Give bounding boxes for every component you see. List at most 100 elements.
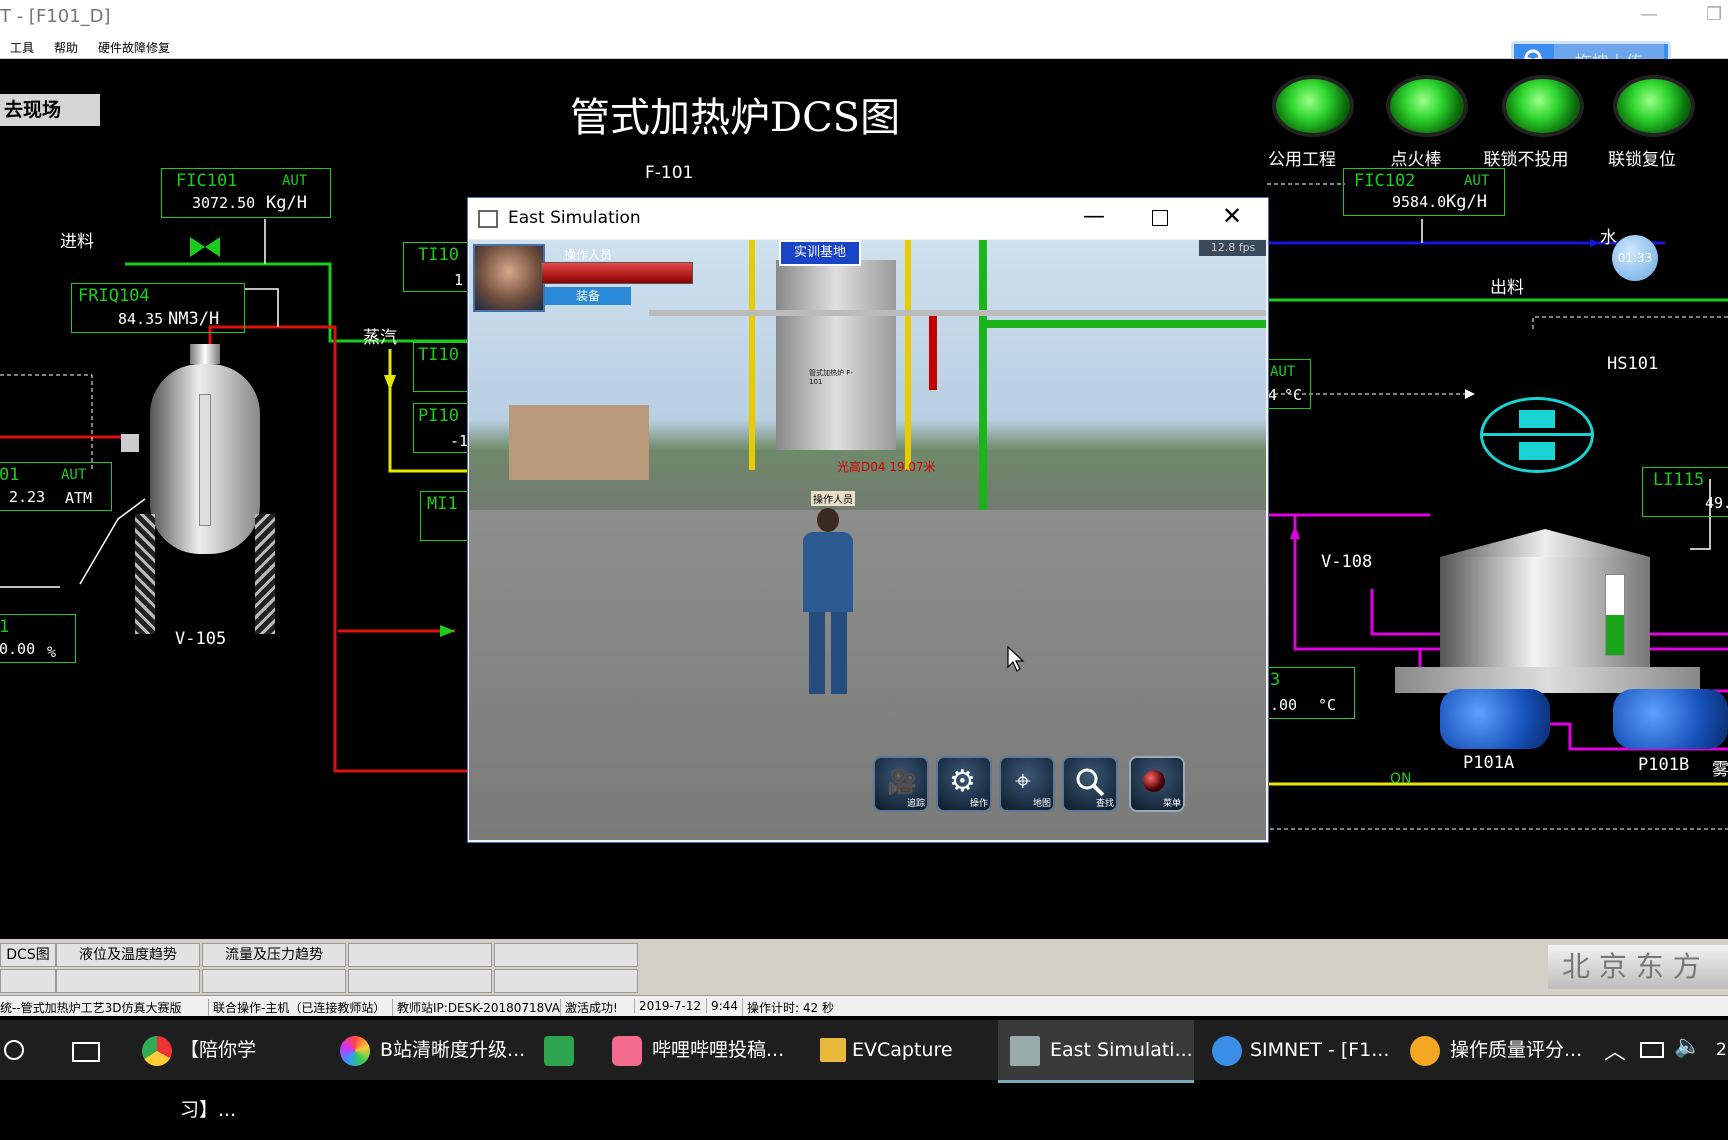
taskbar-green-app[interactable] [540,1020,590,1080]
temp-box-top[interactable]: AUT 4 °C [1266,359,1311,409]
maximize-icon[interactable] [1152,210,1168,226]
tab-empty-2[interactable] [494,943,638,967]
character-tag: 操作人员 [811,491,855,506]
tool-map[interactable]: ⌖ 地图 [999,756,1055,812]
friq104-unit: NM3/H [168,309,220,329]
pressure-mode: AUT [61,467,87,483]
lamp-interlock-reset[interactable] [1617,79,1691,133]
lamp-utility[interactable] [1276,79,1350,133]
tab-row2-2[interactable] [56,969,200,993]
goto-site-button[interactable]: 去现场 [0,94,100,126]
pressure-tag: 01 [0,465,20,485]
gear-icon: ⚙ [949,764,976,799]
avatar[interactable] [473,244,545,312]
tool-search-label: 查找 [1095,799,1114,809]
p101b-extra-label: 雾 [1712,760,1728,780]
taskbar-evcapture-label: EVCapture [852,1039,953,1061]
li115-tag: LI115 [1653,470,1705,490]
lamp-igniter[interactable] [1390,79,1464,133]
pump-p101b[interactable] [1613,689,1728,749]
temp-bottom-tag: 3 [1270,670,1281,690]
simulation-viewport[interactable]: 管式加热炉 F-101 操作人员 装备 实训基地 12.8 fps 光高D04 … [469,240,1266,840]
ti10-value-1: 1 [454,271,464,289]
water-label: 水 [1600,228,1617,248]
tool-search[interactable]: 查找 [1062,756,1118,812]
taskbar-bilibili-label: 哔哩哔哩投稿... [652,1039,785,1061]
friq104-box[interactable]: FRIQ104 84.35 NM3/H [71,283,245,333]
taskbar-east-simulation-label: East Simulati... [1050,1039,1193,1061]
bottom-tab-area: DCS图 液位及温度趋势 流量及压力趋势 北 京 东 方 [0,939,1728,995]
v108-label: V-108 [1321,552,1373,572]
tool-menu[interactable]: 菜单 [1129,756,1185,812]
operator-label: 操作人员 [564,248,613,262]
green-app-icon [544,1036,574,1066]
lamp-interlock-off[interactable] [1506,79,1580,133]
taskbar-quality-label: 操作质量评分... [1450,1039,1583,1061]
menu-hardware-repair[interactable]: 硬件故障修复 [98,39,170,56]
fic102-box[interactable]: FIC102 AUT 9584.0 Kg/H [1343,168,1505,216]
equip-button[interactable]: 装备 [545,287,631,305]
tab-row2-3[interactable] [202,969,346,993]
fic102-mode: AUT [1464,173,1490,189]
minimize-icon[interactable]: — [1640,4,1658,25]
company-watermark: 北 京 东 方 [1548,945,1728,989]
minimize-icon[interactable]: — [1083,204,1105,229]
simulation-window[interactable]: East Simulation — ✕ 管式加热炉 F-101 操作人员 装备 … [467,197,1269,843]
tank-v108[interactable] [1395,529,1700,694]
menu-help[interactable]: 帮助 [54,39,78,56]
menu-icon [1143,770,1165,792]
red-pipe [929,310,937,390]
level-box[interactable]: 1 0.00 % [0,614,76,663]
taskbar-colorful[interactable]: B站清晰度升级... [336,1020,526,1080]
pump-p101a[interactable] [1440,689,1550,749]
operator-character[interactable] [797,508,857,698]
battery-icon[interactable] [1640,1042,1664,1058]
temp-top-value: 4 [1268,386,1278,404]
tab-empty-1[interactable] [348,943,492,967]
discharge-label: 出料 [1490,278,1524,298]
pressure-box[interactable]: 01 AUT 2.23 ATM [0,462,112,511]
app-title: T - [F101_D] [0,6,111,27]
status-mode: 联合操作-主机（已连接教师站） [208,999,385,1016]
friq104-value: 84.35 [118,310,164,328]
taskbar-evcapture[interactable]: EVCapture [814,1020,984,1080]
temp-box-bottom[interactable]: 3 .00 °C [1266,667,1355,719]
taskbar-quality[interactable]: 操作质量评分... [1406,1020,1596,1080]
tab-flow-pressure-trend[interactable]: 流量及压力趋势 [202,943,346,967]
pressure-value: 2.23 [9,488,46,506]
taskbar-bilibili[interactable]: 哔哩哔哩投稿... [608,1020,808,1080]
tool-operate[interactable]: ⚙ 操作 [936,756,992,812]
task-view-icon[interactable] [72,1042,100,1062]
level-value: 0.00 [0,640,36,658]
li115-box[interactable]: LI115 49. [1642,467,1728,517]
pressure-unit: ATM [65,489,93,507]
fic101-unit: Kg/H [266,193,307,213]
tab-dcs[interactable]: DCS图 [0,943,56,967]
hs101-symbol[interactable] [1480,397,1594,473]
volume-icon[interactable]: 🔈 [1674,1034,1701,1059]
tool-track[interactable]: 🎥 追踪 [873,756,929,812]
p101b-label: P101B [1638,755,1690,775]
tab-row2-4[interactable] [348,969,492,993]
taskbar-simnet[interactable]: SIMNET - [F1... [1206,1020,1396,1080]
app-icon [478,210,498,228]
marker-text: 光高D04 19.07米 [837,460,936,474]
health-bar [541,262,693,284]
timer-bubble[interactable]: 01:33 [1612,235,1658,281]
cortana-icon[interactable] [4,1040,24,1060]
close-icon[interactable]: ✕ [1222,202,1242,230]
menu-tools[interactable]: 工具 [10,39,34,56]
tab-row2-5[interactable] [494,969,638,993]
maximize-icon[interactable]: ❐ [1706,4,1722,25]
fic101-box[interactable]: FIC101 AUT 3072.50 Kg/H [161,168,331,218]
tab-row2-1[interactable] [0,969,56,993]
window-icon [1010,1036,1040,1066]
tab-level-temp-trend[interactable]: 液位及温度趋势 [56,943,200,967]
search-icon [1076,768,1105,797]
tray-chevron-icon[interactable]: ︿ [1604,1034,1626,1066]
vessel-v105[interactable] [121,344,275,634]
tool-map-label: 地图 [1032,799,1051,809]
taskbar-chrome[interactable]: 【陪你学习】... [136,1020,308,1121]
taskbar-east-simulation[interactable]: East Simulati... [998,1020,1194,1083]
clock[interactable]: 2 [1716,1040,1727,1060]
